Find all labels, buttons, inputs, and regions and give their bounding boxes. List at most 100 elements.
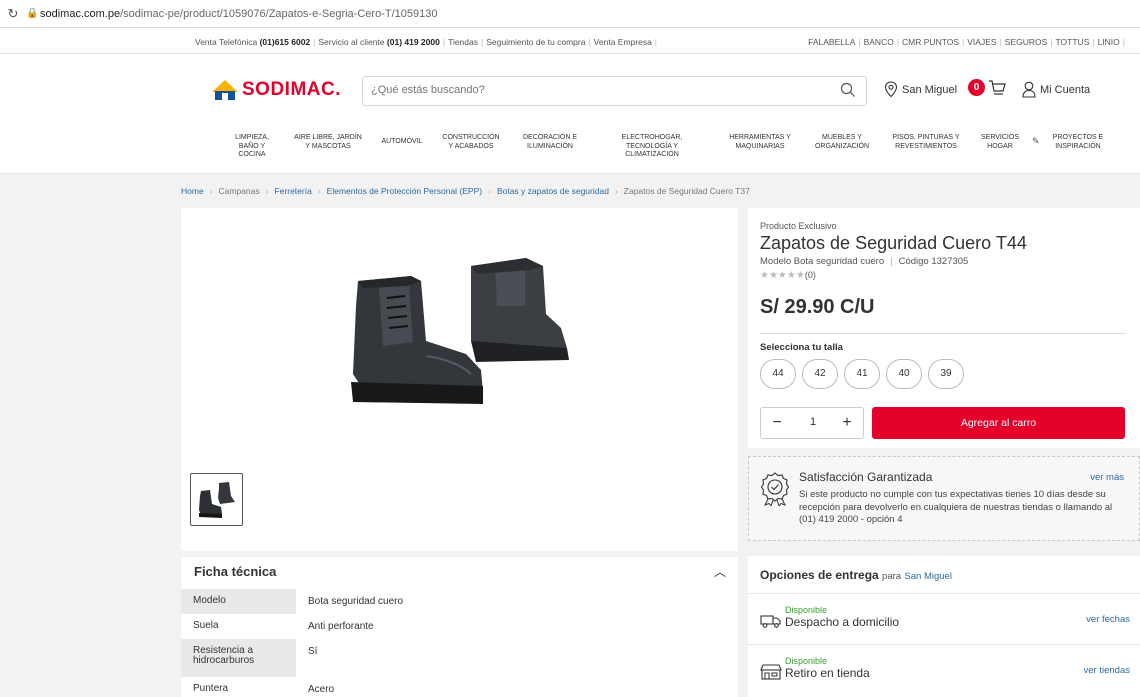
logo-house-icon [212, 80, 238, 100]
size-option-42[interactable]: 42 [802, 359, 838, 389]
account-button[interactable]: Mi Cuenta [1022, 81, 1090, 98]
product-main-image[interactable] [311, 246, 611, 426]
add-to-cart-button[interactable]: Agregar al carro [872, 407, 1125, 439]
guarantee-badge-icon [761, 472, 789, 506]
nav-item-herramientas[interactable]: HERRAMIENTAS Y MAQUINARIAS [723, 134, 797, 151]
cart-button[interactable]: 0 [968, 79, 1006, 96]
logo-text: SODIMAC. [242, 79, 341, 100]
delivery-city-link[interactable]: San Miguel [904, 571, 952, 582]
size-option-44[interactable]: 44 [760, 359, 796, 389]
utility-link-customer-service[interactable]: Servicio al cliente (01) 419 2000 [318, 37, 439, 47]
chevron-right-icon: › [614, 186, 618, 196]
spec-value: Bota seguridad cuero [308, 596, 404, 607]
technical-sheet-title: Ficha técnica [194, 564, 277, 579]
product-gallery [181, 208, 738, 551]
pencil-icon: ✎ [1032, 136, 1040, 146]
utility-link-stores[interactable]: Tiendas [448, 37, 478, 47]
spec-key: Modelo [193, 595, 226, 606]
thumbnail-image [199, 482, 235, 518]
guarantee-title: Satisfacción Garantizada [799, 470, 933, 484]
nav-item-proyectos[interactable]: ✎ PROYECTOS E INSPIRACIÓN [1030, 134, 1110, 151]
nav-item-servicios[interactable]: SERVICIOS HOGAR [976, 134, 1024, 151]
sodimac-logo[interactable]: SODIMAC. [212, 79, 341, 101]
group-link-cmr-puntos[interactable]: CMR PUNTOS [902, 37, 959, 47]
nav-item-construccion[interactable]: CONSTRUCCIÓN Y ACABADOS [438, 134, 504, 151]
breadcrumb-home[interactable]: Home [181, 186, 204, 196]
delivery-title: Opciones de entrega para San Miguel [760, 568, 952, 582]
breadcrumb-campanas[interactable]: Campanas [219, 186, 260, 196]
product-meta: Modelo Bota seguridad cuero | Código 13273… [760, 256, 969, 267]
product-price: S/ 29.90 C/U [760, 296, 875, 318]
utility-links-right: FALABELLA | BANCO | CMR PUNTOS | VIAJES | SEGURO… [808, 37, 1125, 47]
spec-key: Puntera [193, 683, 229, 694]
spec-value: Acero [308, 684, 335, 695]
satisfaction-guarantee: Satisfacción Garantizada ver más Si este… [748, 456, 1140, 541]
store-icon [760, 664, 782, 680]
group-link-linio[interactable]: LINIO [1098, 37, 1120, 47]
spec-key: Suela [193, 620, 219, 631]
url-field[interactable]: sodimac.com.pe/sodimac-pe/product/105907… [40, 8, 437, 20]
collapse-chevron-icon[interactable]: ︿ [714, 563, 726, 580]
group-link-falabella[interactable]: FALABELLA [808, 37, 855, 47]
spec-row: Modelo Bota seguridad cuero [181, 589, 738, 614]
quantity-value[interactable]: 1 [799, 416, 827, 428]
reload-icon[interactable]: ↻ [0, 6, 26, 22]
availability-status: Disponible [785, 605, 828, 615]
nav-item-electrohogar[interactable]: ELECTROHOGAR, TECNOLOGÍA Y CLIMATIZACIÓN [616, 134, 688, 160]
product-info-panel: Producto Exclusivo Zapatos de Seguridad … [748, 208, 1140, 448]
delivery-option-name: Despacho a domicilio [785, 615, 900, 629]
size-option-40[interactable]: 40 [886, 359, 922, 389]
utility-link-order-tracking[interactable]: Seguimiento de tu compra [486, 37, 585, 47]
size-selector: 44 42 41 40 39 [760, 359, 964, 389]
delivery-option-store: Disponible Retiro en tienda ver tiendas [760, 656, 1130, 686]
nav-item-automovil[interactable]: AUTOMÓVIL [376, 134, 428, 147]
spec-row: Puntera Acero [181, 677, 738, 697]
utility-bar: Venta Telefónica (01)615 6002 | Servicio a… [0, 28, 1140, 54]
nav-item-aire-libre[interactable]: AIRE LIBRE, JARDÍN Y MASCOTAS [292, 134, 364, 151]
group-link-tottus[interactable]: TOTTUS [1056, 37, 1090, 47]
size-option-41[interactable]: 41 [844, 359, 880, 389]
search-icon[interactable] [840, 82, 856, 98]
guarantee-text: Si este producto no cumple con tus expec… [799, 489, 1113, 525]
increase-quantity-button[interactable]: + [835, 412, 859, 434]
group-link-banco[interactable]: BANCO [864, 37, 894, 47]
search-input[interactable] [371, 84, 821, 96]
nav-item-limpieza[interactable]: LIMPIEZA, BAÑO Y COCINA [227, 134, 277, 160]
breadcrumb-ferreteria[interactable]: Ferretería [274, 186, 311, 196]
account-label: Mi Cuenta [1040, 83, 1091, 96]
see-stores-link[interactable]: ver tiendas [1084, 665, 1130, 676]
guarantee-see-more-link[interactable]: ver más [1090, 472, 1124, 483]
see-dates-link[interactable]: ver fechas [1086, 614, 1130, 625]
rating-stars-icon: ★★★★★ [760, 270, 805, 281]
size-option-39[interactable]: 39 [928, 359, 964, 389]
spec-value: Sí [308, 646, 318, 657]
group-link-viajes[interactable]: VIAJES [967, 37, 996, 47]
nav-item-decoracion[interactable]: DECORACIÓN E ILUMINACIÓN [518, 134, 582, 151]
product-code: Código 1327305 [898, 256, 969, 267]
decrease-quantity-button[interactable]: − [765, 412, 789, 434]
divider [748, 644, 1140, 645]
utility-link-business-sales[interactable]: Venta Empresa [594, 37, 652, 47]
spec-value: Anti perforante [308, 621, 374, 632]
group-link-seguros[interactable]: SEGUROS [1005, 37, 1048, 47]
delivery-truck-icon [760, 615, 781, 628]
rating[interactable]: ★★★★★(0) [760, 270, 816, 281]
breadcrumb: Home › Campanas › Ferretería › Elementos de Pr… [181, 186, 750, 196]
location-name: San Miguel [902, 83, 958, 96]
breadcrumb-epp[interactable]: Elementos de Protección Personal (EPP) [327, 186, 482, 196]
spec-row: Resistencia a hidrocarburos Sí [181, 639, 738, 677]
utility-links-left: Venta Telefónica (01)615 6002 | Servicio a… [195, 37, 658, 47]
site-header: SODIMAC. San Miguel 0 Mi Cuenta LIMPIEZA… [0, 54, 1140, 174]
breadcrumb-botas[interactable]: Botas y zapatos de seguridad [497, 186, 609, 196]
cart-count-badge: 0 [968, 79, 985, 96]
location-selector[interactable]: San Miguel [884, 81, 957, 98]
spec-key: Resistencia a hidrocarburos [193, 645, 255, 666]
nav-item-pisos[interactable]: PISOS, PINTURAS Y REVESTIMIENTOS [886, 134, 966, 151]
nav-item-muebles[interactable]: MUEBLES Y ORGANIZACIÓN [806, 134, 878, 151]
chevron-right-icon: › [209, 186, 213, 196]
utility-link-phone-sales[interactable]: Venta Telefónica (01)615 6002 [195, 37, 310, 47]
breadcrumb-current: Zapatos de Seguridad Cuero T37 [623, 186, 750, 196]
product-thumbnail[interactable] [190, 473, 243, 526]
lock-icon: 🔒 [26, 8, 39, 19]
user-icon [1022, 81, 1036, 98]
